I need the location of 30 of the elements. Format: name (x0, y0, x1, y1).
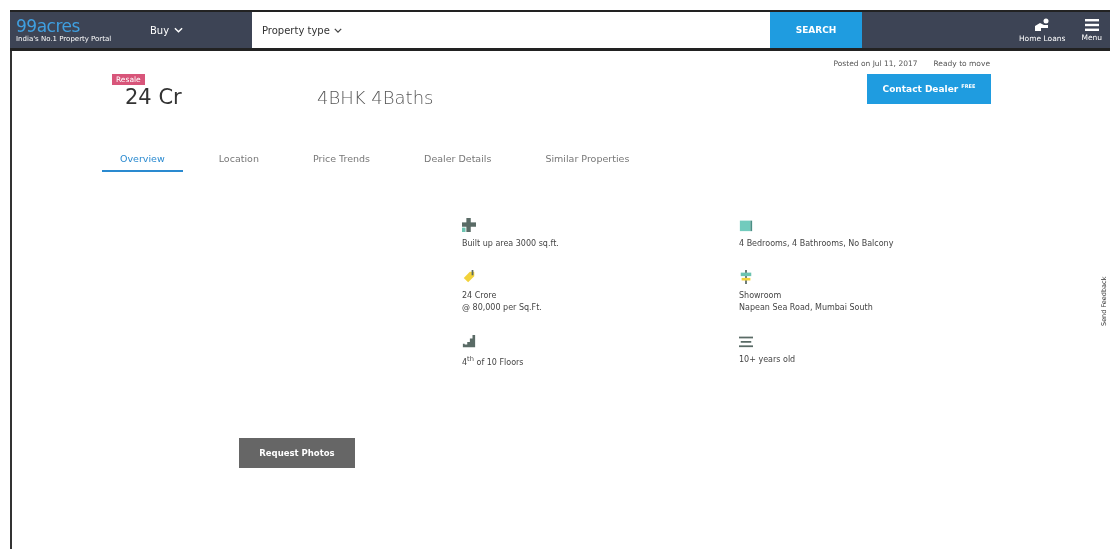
buy-menu[interactable]: Buy (136, 24, 252, 36)
detail-text: Built up area 3000 sq.ft. (462, 239, 559, 248)
detail-text: Showroom (739, 291, 782, 300)
detail-text: Napean Sea Road, Mumbai South (739, 303, 873, 312)
menu-icon (1084, 18, 1099, 31)
logo[interactable]: 99acres (16, 17, 136, 35)
detail-text: 10+ years old (739, 355, 796, 364)
property-type-dropdown[interactable]: Property type (262, 24, 342, 36)
signpost-icon (739, 270, 753, 284)
price-tag-icon (462, 270, 476, 284)
detail-text: 4$^{th}$ of 10 Floors (462, 355, 524, 367)
chevron-icon (174, 27, 184, 33)
detail-text: 24 Crore (462, 291, 497, 300)
detail-text: @ 80,000 per Sq.Ft. (462, 303, 542, 312)
tab[interactable]: Dealer Details (406, 147, 510, 172)
detail-text: 4 Bedrooms, 4 Bathrooms, No Balcony (739, 239, 894, 248)
hand-icon (1034, 17, 1051, 32)
chevron-icon (333, 27, 342, 33)
tab[interactable]: Similar Properties (527, 147, 648, 172)
search-field[interactable]: Property type (252, 12, 770, 48)
tab[interactable]: Overview (102, 147, 183, 172)
stairs-icon (462, 334, 476, 348)
price: 24 Cr (124, 85, 182, 109)
configuration-title: 4BHK 4Baths (317, 87, 435, 109)
tab[interactable]: Location (200, 147, 277, 172)
contact-dealer-button[interactable]: Contact Dealer $^{FREE}$ (867, 73, 991, 104)
tab[interactable]: Price Trends (294, 147, 389, 172)
search-button[interactable]: SEARCH (770, 12, 862, 48)
area-icon (462, 218, 476, 232)
request-photos-button[interactable]: Request Photos (239, 438, 355, 468)
